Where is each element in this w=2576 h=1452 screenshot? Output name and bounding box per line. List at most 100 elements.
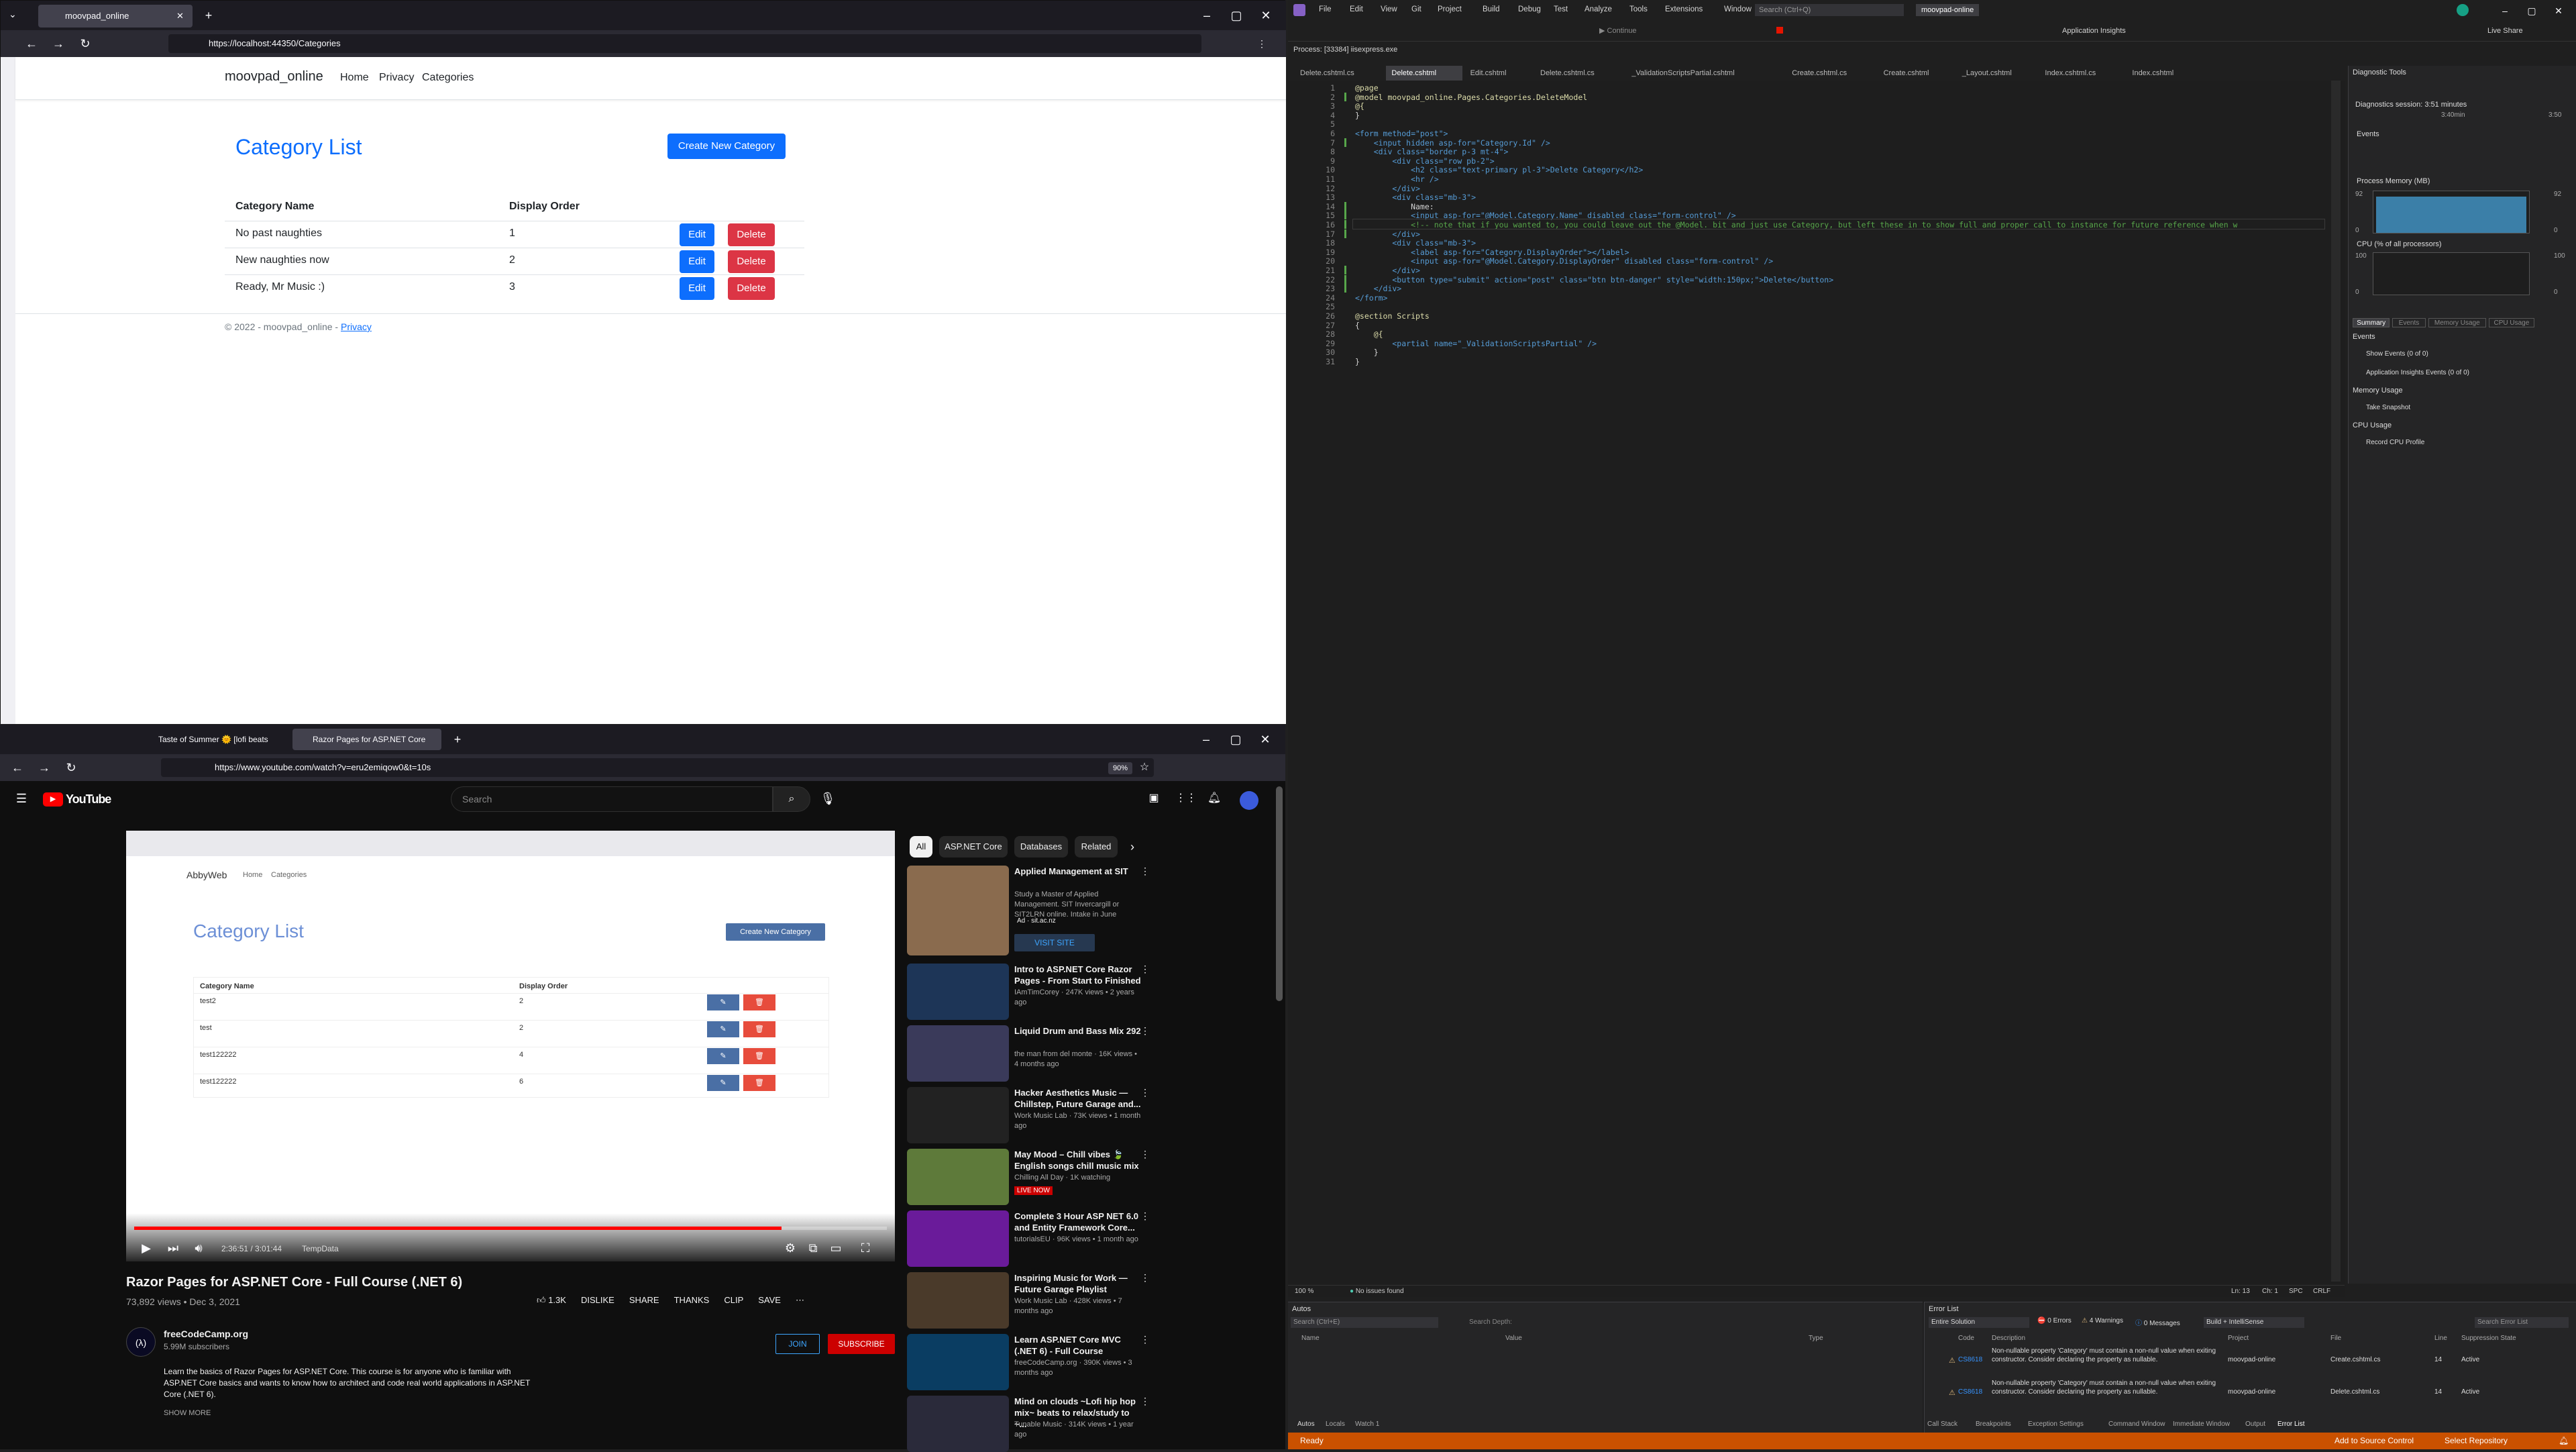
reload-icon[interactable]: ↻ <box>62 758 80 777</box>
diag-tab[interactable]: Summary <box>2353 318 2390 327</box>
menu-item-extensions[interactable]: Extensions <box>1665 5 1703 13</box>
chip-all[interactable]: All <box>910 836 932 858</box>
more-icon[interactable]: ⋯ <box>796 1295 804 1306</box>
new-tab-icon[interactable]: + <box>448 730 467 749</box>
new-tab-icon[interactable]: + <box>199 6 218 25</box>
like-button[interactable]: 👍︎ 1.3K <box>537 1295 566 1306</box>
editor-scrollbar[interactable] <box>2331 81 2341 1282</box>
progress-bar[interactable] <box>134 1227 887 1230</box>
errorlist-col-header[interactable]: Description <box>1992 1335 2025 1342</box>
delete-button[interactable]: Delete <box>728 250 775 273</box>
clip-button[interactable]: CLIP <box>724 1295 743 1306</box>
subscribe-button[interactable]: SUBSCRIBE <box>828 1334 895 1354</box>
join-button[interactable]: JOIN <box>775 1334 820 1354</box>
volume-icon[interactable]: 🔊︎ <box>191 1239 207 1257</box>
recommendation-more-icon[interactable]: ⋮ <box>1140 1396 1150 1407</box>
search-icon[interactable]: ⌕ <box>773 786 810 812</box>
continue-button[interactable]: ▶ Continue <box>1599 26 1637 35</box>
warnings-filter[interactable]: ⚠ 4 Warnings <box>2082 1317 2123 1325</box>
error-code[interactable]: CS8618 <box>1958 1356 1982 1363</box>
vs-search[interactable]: Search (Ctrl+Q) <box>1755 4 1904 16</box>
error-description[interactable]: Non-nullable property 'Category' must co… <box>1992 1347 2220 1364</box>
share-button[interactable]: SHARE <box>629 1295 659 1306</box>
show-more-button[interactable]: SHOW MORE <box>164 1409 211 1417</box>
channel-avatar[interactable]: (λ) <box>126 1327 156 1357</box>
editor-tab[interactable]: Delete.cshtml <box>1386 66 1462 81</box>
avatar[interactable] <box>1240 791 1258 810</box>
recommendation-thumbnail[interactable] <box>907 1396 1009 1452</box>
errorlist-search[interactable]: Search Error List <box>2475 1317 2569 1328</box>
editor-tab[interactable]: Create.cshtml.cs <box>1786 66 1875 81</box>
issues-indicator[interactable]: ● No issues found <box>1350 1288 1404 1295</box>
bottom-tab[interactable]: Command Window <box>2108 1420 2165 1428</box>
recommendation-thumbnail[interactable] <box>907 1210 1009 1267</box>
recommendation-more-icon[interactable]: ⋮ <box>1140 964 1150 975</box>
bottom-tab[interactable]: Immediate Window <box>2173 1420 2230 1428</box>
recommendation-more-icon[interactable]: ⋮ <box>1140 866 1150 877</box>
recommendation-title[interactable]: Liquid Drum and Bass Mix 292 <box>1014 1025 1142 1037</box>
error-code[interactable]: CS8618 <box>1958 1388 1982 1396</box>
recommendation-thumbnail[interactable] <box>907 1272 1009 1329</box>
visit-site-button[interactable]: VISIT SITE <box>1014 934 1095 951</box>
recommendation-more-icon[interactable]: ⋮ <box>1140 1334 1150 1345</box>
menu-item-window[interactable]: Window <box>1724 5 1752 13</box>
code-editor[interactable]: 1 @page 2 @model moovpad_online.Pages.Categ… <box>1288 81 2345 1285</box>
recommendation-thumbnail[interactable] <box>907 1087 1009 1143</box>
diag-tab[interactable]: Events <box>2392 318 2426 327</box>
thanks-button[interactable]: THANKS <box>674 1295 710 1306</box>
tab-list-icon[interactable]: ⌄ <box>9 9 22 22</box>
errors-filter[interactable]: ⛔ 0 Errors <box>2037 1317 2072 1325</box>
close-window-icon[interactable]: ✕ <box>1256 6 1275 25</box>
recommendation-title[interactable]: Applied Management at SIT <box>1014 866 1142 877</box>
nav-categories[interactable]: Categories <box>422 72 474 84</box>
diag-memory-label[interactable]: Process Memory (MB) <box>2357 177 2430 185</box>
search-input[interactable]: Search <box>451 786 773 812</box>
recommendation-more-icon[interactable]: ⋮ <box>1140 1025 1150 1037</box>
recommendation-title[interactable]: Inspiring Music for Work — Future Garage… <box>1014 1272 1142 1295</box>
add-source-control[interactable]: Add to Source Control <box>2334 1433 2414 1449</box>
reload-icon[interactable]: ↻ <box>76 34 95 53</box>
menu-item-tools[interactable]: Tools <box>1629 5 1648 13</box>
messages-filter[interactable]: ⓘ 0 Messages <box>2135 1317 2180 1327</box>
minimize-icon[interactable]: – <box>1197 6 1216 25</box>
create-category-button[interactable]: Create New Category <box>667 134 786 159</box>
autos-tab[interactable]: Autos <box>1297 1420 1315 1428</box>
editor-tab[interactable]: Create.cshtml <box>1878 66 1954 81</box>
menu-item-git[interactable]: Git <box>1411 5 1421 13</box>
chip-related[interactable]: Related <box>1075 836 1118 858</box>
editor-tab[interactable]: Edit.cshtml <box>1465 66 1532 81</box>
menu-item-edit[interactable]: Edit <box>1350 5 1363 13</box>
theater-icon[interactable]: ▭ <box>828 1239 844 1257</box>
url-input-yt[interactable]: https://www.youtube.com/watch?v=eru2emiq… <box>161 758 1154 777</box>
menu-item-view[interactable]: View <box>1381 5 1397 13</box>
select-repository[interactable]: Select Repository <box>2445 1433 2508 1449</box>
recommendation-title[interactable]: Complete 3 Hour ASP NET 6.0 and Entity F… <box>1014 1210 1142 1233</box>
diag-events-label[interactable]: Events <box>2357 130 2379 138</box>
footer-privacy-link[interactable]: Privacy <box>341 321 372 332</box>
forward-icon[interactable]: → <box>49 34 68 53</box>
back-icon[interactable]: ← <box>8 758 27 777</box>
recommendation-title[interactable]: Hacker Aesthetics Music — Chillstep, Fut… <box>1014 1087 1142 1110</box>
diag-tab[interactable]: CPU Usage <box>2489 318 2534 327</box>
play-icon[interactable]: ▶ <box>138 1239 154 1257</box>
watch-tab[interactable]: Watch 1 <box>1355 1420 1379 1428</box>
edit-button[interactable]: Edit <box>680 223 714 246</box>
edit-button[interactable]: Edit <box>680 250 714 273</box>
autos-search[interactable]: Search (Ctrl+E) <box>1291 1317 1438 1328</box>
locals-tab[interactable]: Locals <box>1326 1420 1345 1428</box>
settings-icon[interactable]: ⚙ <box>782 1239 798 1257</box>
menu-item-project[interactable]: Project <box>1438 5 1462 13</box>
chapter-label[interactable]: TempData <box>302 1244 339 1253</box>
chip-databases[interactable]: Databases <box>1014 836 1068 858</box>
save-button[interactable]: SAVE <box>758 1295 781 1306</box>
recommendation-more-icon[interactable]: ⋮ <box>1140 1087 1150 1098</box>
recommendation-thumbnail[interactable] <box>907 1334 1009 1390</box>
zoom-level[interactable]: 90% <box>1108 762 1132 774</box>
editor-tab[interactable]: _Layout.cshtml <box>1957 66 2037 81</box>
bookmark-star-icon[interactable]: ☆ <box>1136 758 1152 777</box>
fullscreen-icon[interactable]: ⛶ <box>857 1239 873 1257</box>
autos-depth[interactable]: Search Depth: <box>1469 1318 1512 1326</box>
maximize-icon[interactable]: ▢ <box>1227 6 1246 25</box>
editor-tab[interactable]: Index.cshtml <box>2127 66 2198 81</box>
close-window-icon[interactable]: ✕ <box>1256 730 1275 749</box>
